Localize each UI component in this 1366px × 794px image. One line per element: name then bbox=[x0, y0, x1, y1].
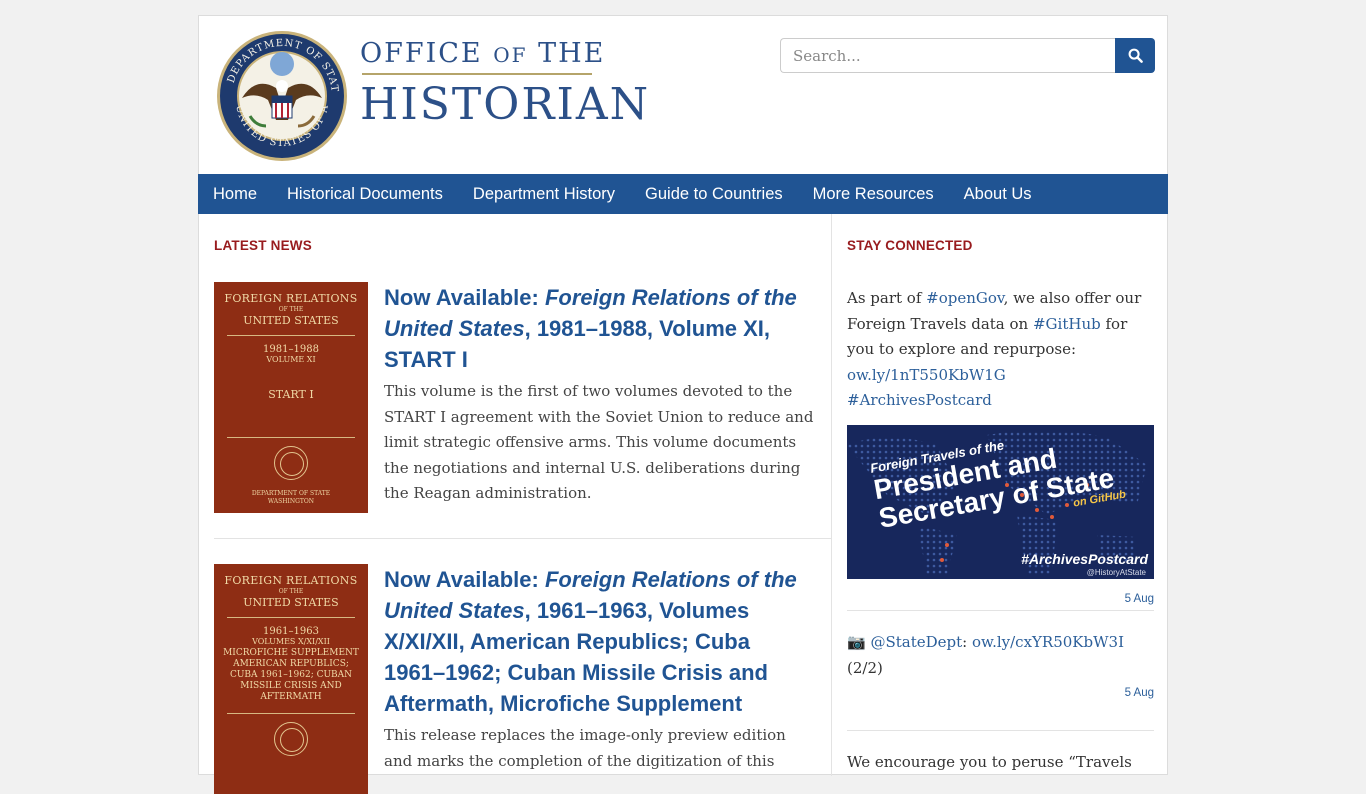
nav-guide-to-countries[interactable]: Guide to Countries bbox=[645, 185, 783, 204]
page-container: DEPARTMENT OF STATE UNITED STATES OF AME… bbox=[198, 15, 1168, 794]
news-description: This release replaces the image-only pre… bbox=[384, 726, 786, 770]
tweet-image[interactable]: Foreign Travels of the President and Sec… bbox=[847, 424, 1154, 579]
hashtag-link[interactable]: #ArchivesPostcard bbox=[847, 391, 992, 409]
nav-historical-documents[interactable]: Historical Documents bbox=[287, 185, 443, 204]
cover-title-line: UNITED STATES bbox=[243, 314, 339, 327]
site-logo[interactable]: OFFICE OF THE HISTORIAN bbox=[360, 38, 650, 129]
tweet: We encourage you to peruse “Travels bbox=[847, 750, 1154, 776]
news-divider bbox=[214, 538, 831, 539]
tweet: 📷 @StateDept: ow.ly/cxYR50KbW3I (2/2) 5 … bbox=[847, 630, 1154, 699]
main-nav: Home Historical Documents Department His… bbox=[198, 174, 1168, 214]
cover-volume: VOLUMES X/XI/XII bbox=[252, 637, 330, 646]
camera-icon: 📷 bbox=[847, 633, 866, 651]
nav-about-us[interactable]: About Us bbox=[964, 185, 1032, 204]
cover-years: 1981–1988 bbox=[263, 344, 319, 355]
image-handle: @HistoryAtState bbox=[1086, 567, 1146, 577]
cover-title-line: OF THE bbox=[278, 588, 304, 595]
tweet-text: As part of #openGov, we also offer our F… bbox=[847, 289, 1142, 409]
cover-subject: MICROFICHE SUPPLEMENT AMERICAN REPUBLICS… bbox=[223, 648, 359, 702]
book-cover-image[interactable]: FOREIGN RELATIONS OF THE UNITED STATES 1… bbox=[214, 564, 368, 794]
stay-connected-column: STAY CONNECTED As part of #openGov, we a… bbox=[832, 214, 1168, 776]
nav-home[interactable]: Home bbox=[213, 185, 257, 204]
tweet-date-link[interactable]: 5 Aug bbox=[847, 593, 1154, 605]
cover-title-line: OF THE bbox=[278, 306, 304, 313]
cover-seal-icon bbox=[274, 446, 308, 480]
cover-rule bbox=[227, 617, 355, 618]
mention-link[interactable]: @StateDept bbox=[870, 633, 962, 651]
search-icon bbox=[1128, 48, 1143, 63]
cover-volume: VOLUME XI bbox=[266, 355, 316, 364]
search-form bbox=[780, 38, 1155, 73]
tweet-text: 📷 @StateDept: ow.ly/cxYR50KbW3I (2/2) bbox=[847, 633, 1125, 677]
news-description: This volume is the first of two volumes … bbox=[384, 382, 814, 502]
logo-line-historian: HISTORIAN bbox=[360, 79, 651, 130]
cover-rule bbox=[227, 713, 355, 714]
cover-title-line: FOREIGN RELATIONS bbox=[224, 292, 358, 305]
hashtag-link[interactable]: #openGov bbox=[926, 289, 1003, 307]
cover-subject: START I bbox=[268, 388, 314, 401]
book-cover-image[interactable]: FOREIGN RELATIONS OF THE UNITED STATES 1… bbox=[214, 282, 368, 513]
image-hashtag: #ArchivesPostcard bbox=[1021, 550, 1148, 567]
department-of-state-seal[interactable]: DEPARTMENT OF STATE UNITED STATES OF AME… bbox=[216, 30, 348, 162]
stay-connected-heading: STAY CONNECTED bbox=[847, 238, 973, 253]
hashtag-link[interactable]: #GitHub bbox=[1033, 315, 1101, 333]
logo-rule bbox=[362, 73, 592, 75]
search-button[interactable] bbox=[1115, 38, 1155, 73]
news-body: Now Available: Foreign Relations of the … bbox=[384, 564, 817, 774]
cover-city: WASHINGTON bbox=[267, 498, 315, 505]
news-body: Now Available: Foreign Relations of the … bbox=[384, 282, 817, 507]
search-input[interactable] bbox=[780, 38, 1115, 73]
cover-title-line: UNITED STATES bbox=[243, 596, 339, 609]
cover-seal-icon bbox=[274, 722, 308, 756]
short-url-link[interactable]: ow.ly/1nT550KbW1G bbox=[847, 366, 1006, 384]
news-title-link[interactable]: Now Available: Foreign Relations of the … bbox=[384, 282, 817, 375]
cover-years: 1961–1963 bbox=[263, 626, 319, 637]
logo-line-office: OFFICE OF THE bbox=[360, 38, 606, 69]
latest-news-heading: LATEST NEWS bbox=[214, 238, 312, 253]
tweet-divider bbox=[847, 730, 1154, 731]
cover-rule bbox=[227, 335, 355, 336]
news-title-link[interactable]: Now Available: Foreign Relations of the … bbox=[384, 564, 817, 719]
short-url-link[interactable]: ow.ly/cxYR50KbW3I bbox=[972, 633, 1124, 651]
latest-news-column: LATEST NEWS FOREIGN RELATIONS OF THE UNI… bbox=[199, 214, 832, 794]
tweet-divider bbox=[847, 610, 1154, 611]
site-header: DEPARTMENT OF STATE UNITED STATES OF AME… bbox=[199, 16, 1167, 174]
cover-publisher: DEPARTMENT OF STATE bbox=[251, 490, 331, 497]
nav-more-resources[interactable]: More Resources bbox=[813, 185, 934, 204]
nav-department-history[interactable]: Department History bbox=[473, 185, 615, 204]
tweet-text: We encourage you to peruse “Travels bbox=[847, 753, 1132, 771]
cover-title-line: FOREIGN RELATIONS bbox=[224, 574, 358, 587]
tweet: As part of #openGov, we also offer our F… bbox=[847, 286, 1154, 605]
tweet-date-link[interactable]: 5 Aug bbox=[847, 687, 1154, 699]
cover-rule bbox=[227, 437, 355, 438]
